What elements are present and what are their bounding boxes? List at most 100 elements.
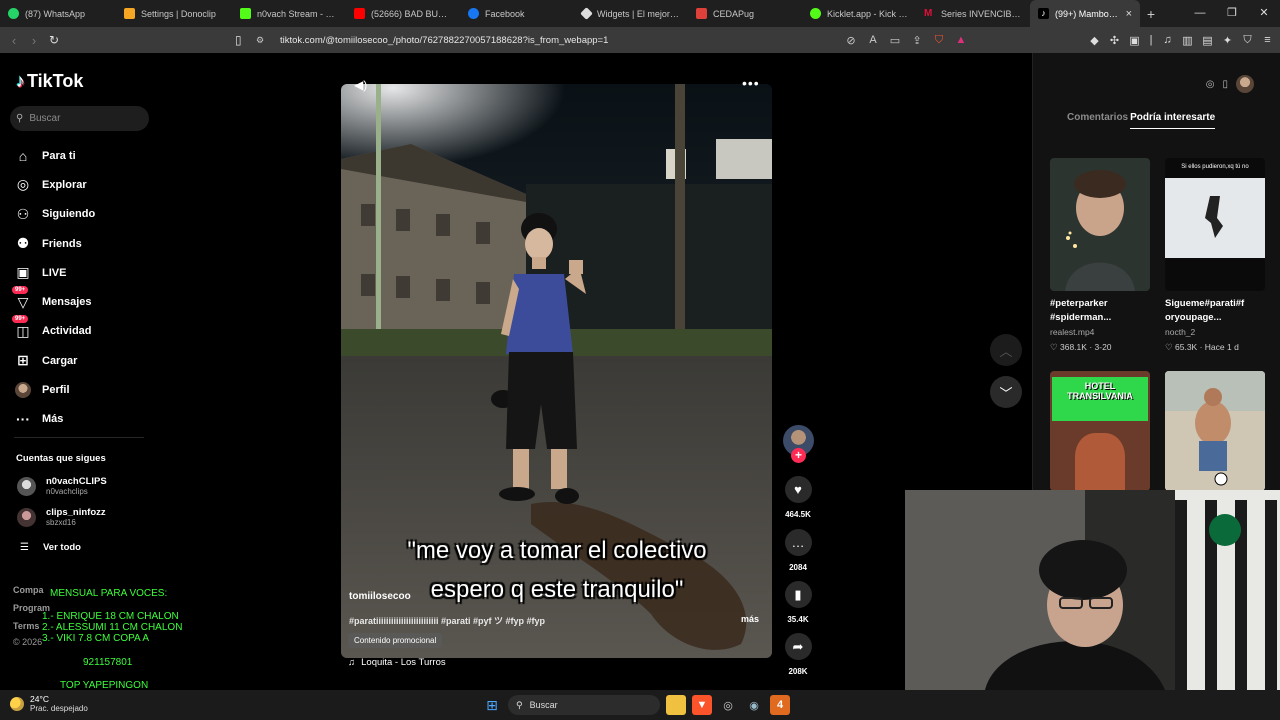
post-hashtags[interactable]: #paratiiiiiiiiiiiiiiiiiiiiiiiii #parati … [349, 614, 545, 627]
back-icon[interactable]: ‹ [4, 33, 24, 48]
tab-podria-interesarte[interactable]: Podría interesarte [1130, 112, 1216, 129]
vpn-icon[interactable]: ⛉ [1241, 34, 1254, 47]
browser-tab[interactable]: n0vach Stream - Watch [232, 0, 346, 27]
browser-tab[interactable]: Facebook [460, 0, 574, 27]
donoclip-icon [124, 8, 135, 19]
music-link[interactable]: ♫ Loquita - Los Turros [348, 657, 446, 668]
overlay-title: MENSUAL PARA VOCES: [50, 588, 168, 599]
mute-icon[interactable]: ⊘ [844, 34, 858, 47]
youtube-icon [354, 8, 365, 19]
browser-tab[interactable]: Widgets | El mejor soft [574, 0, 688, 27]
taskbar-icons: ⊞ ⚲ Buscar ▼ ◎ ◉ 4 [482, 695, 790, 715]
tiktok-icon: ♪ [1038, 8, 1049, 19]
app-icon[interactable]: ◎ [718, 695, 738, 715]
new-tab-button[interactable]: + [1140, 6, 1162, 22]
comment-button[interactable]: … 2084 [782, 529, 814, 572]
taskbar-search[interactable]: ⚲ Buscar [508, 695, 660, 715]
share-button[interactable]: ➦ 208K [782, 633, 814, 676]
brave-icon[interactable]: ▼ [692, 695, 712, 715]
suggested-card[interactable] [1165, 371, 1265, 491]
forward-icon[interactable]: › [24, 33, 44, 48]
close-window-icon[interactable]: ✕ [1248, 0, 1280, 27]
extension-icon[interactable]: ◆ [1088, 34, 1101, 47]
sidebar-item-mas[interactable]: ··· Más [14, 405, 154, 434]
card-thumbnail-text: Si ellos pudieron,xq tú no [1181, 164, 1249, 170]
footer-link[interactable]: Terms [13, 621, 39, 631]
translate-icon[interactable]: A [866, 34, 880, 46]
minimize-icon[interactable]: — [1184, 0, 1216, 27]
share-icon[interactable]: ⇪ [910, 34, 924, 47]
maximize-icon[interactable]: ❐ [1216, 0, 1248, 27]
close-tab-icon[interactable]: × [1126, 8, 1132, 20]
search-box[interactable]: ⚲ [10, 106, 149, 131]
file-explorer-icon[interactable] [666, 695, 686, 715]
search-input[interactable] [29, 113, 140, 124]
sidebar-item-actividad[interactable]: ◫ 99+ Actividad [12, 315, 154, 346]
browser-tab[interactable]: (52666) BAD BUNNY - [346, 0, 460, 27]
windows-start-icon[interactable]: ⊞ [482, 695, 502, 715]
sidebar-item-explorar[interactable]: ◎ Explorar [14, 170, 154, 199]
tab-comentarios[interactable]: Comentarios [1067, 112, 1128, 129]
brave-shield-icon[interactable]: ⛉ [932, 34, 946, 47]
right-panel-icons: ◎ ▯ [1206, 75, 1254, 93]
browser-tab[interactable]: CEDAPug [688, 0, 802, 27]
browser-tab[interactable]: MSeries INVENCIBLE (20 [916, 0, 1030, 27]
tiktok-page: ♪ TikTok ⚲ ⌂Para ti ◎Explorar ⚇Siguiendo… [0, 53, 1280, 691]
browser-tab[interactable]: Settings | Donoclip [116, 0, 232, 27]
browser-tab[interactable]: (87) WhatsApp [0, 0, 116, 27]
site-info-icon[interactable]: ⚙ [256, 35, 266, 45]
tiktok-logo-icon: ♪ [16, 71, 25, 91]
divider [14, 437, 144, 438]
suggested-card[interactable]: Si ellos pudieron,xq tú no Sigueme#parat… [1165, 158, 1265, 353]
coins-icon[interactable]: ◎ [1206, 79, 1215, 90]
steam-icon[interactable]: ◉ [744, 695, 764, 715]
user-avatar[interactable] [1236, 75, 1254, 93]
messages-badge: 99+ [12, 286, 29, 295]
media-icon[interactable]: ♫ [1161, 34, 1174, 46]
reader-icon[interactable]: ▭ [888, 34, 902, 47]
ai-icon[interactable]: ✦ [1221, 34, 1234, 47]
see-all-button[interactable]: ☰ Ver todo [20, 542, 81, 553]
puzzle-icon[interactable]: ✣ [1108, 34, 1121, 47]
search-icon: ⚲ [516, 699, 523, 710]
overlay-line: 1.- ENRIQUE 18 CM CHALON [42, 611, 179, 622]
wallet-icon[interactable]: ▤ [1201, 34, 1214, 47]
browser-tab-active[interactable]: ♪ (99+) Mambo Mul × [1030, 0, 1140, 27]
device-icon[interactable]: ▯ [1222, 79, 1228, 90]
bookmark-icon[interactable]: ▯ [235, 33, 242, 47]
post-author[interactable]: tomiilosecoo [349, 591, 411, 602]
follow-plus-button[interactable]: + [791, 448, 806, 463]
save-button[interactable]: ▮ 35.4K [782, 581, 814, 624]
next-post-button[interactable]: ﹀ [990, 376, 1022, 408]
card-thumbnail [1050, 158, 1150, 291]
volume-icon[interactable]: ◀) [354, 78, 367, 92]
sidebar-item-live[interactable]: ▣ LIVE [14, 258, 154, 287]
more-options-icon[interactable]: ••• [742, 75, 760, 91]
sidebar-item-mensajes[interactable]: ▽ 99+ Mensajes [12, 286, 154, 316]
sidebar-item-perfil[interactable]: Perfil [14, 375, 154, 404]
menu-icon[interactable]: ≡ [1261, 34, 1274, 46]
suggested-card[interactable]: HOTEL TRANSILVANIA [1050, 371, 1150, 491]
sidebar-icon[interactable]: ▥ [1181, 34, 1194, 47]
like-button[interactable]: ♥ 464.5K [782, 476, 814, 519]
suggested-card[interactable]: #peterparker #spiderman... realest.mp4 ♡… [1050, 158, 1150, 353]
more-text-button[interactable]: más [741, 614, 759, 624]
browser-tab[interactable]: Kicklet.app - Kick Chat [802, 0, 916, 27]
activity-icon: ◫ 99+ [12, 315, 32, 340]
post-photo[interactable] [341, 84, 772, 658]
reload-icon[interactable]: ↻ [44, 33, 64, 47]
obs-icon[interactable]: 4 [770, 695, 790, 715]
sidebar-item-siguiendo[interactable]: ⚇ Siguiendo [14, 200, 154, 229]
tiktok-logo[interactable]: ♪ TikTok [16, 71, 83, 92]
following-account[interactable]: clips_ninfozz sbzxd16 [17, 507, 106, 527]
brave-rewards-icon[interactable]: ▲ [954, 34, 968, 46]
screenshot-icon[interactable]: ▣ [1128, 34, 1141, 47]
footer-link[interactable]: Compa [13, 585, 44, 595]
following-account[interactable]: n0vachCLIPS n0vachclips [17, 476, 107, 496]
sidebar-item-friends[interactable]: ⚉ Friends [14, 229, 154, 258]
sidebar-item-para-ti[interactable]: ⌂ Para ti [14, 141, 154, 170]
previous-post-button[interactable]: ︿ [990, 334, 1022, 366]
weather-widget[interactable]: 24°C Prac. despejado [10, 694, 88, 714]
upload-icon: ⊞ [17, 352, 29, 369]
sidebar-item-cargar[interactable]: ⊞ Cargar [14, 346, 154, 375]
